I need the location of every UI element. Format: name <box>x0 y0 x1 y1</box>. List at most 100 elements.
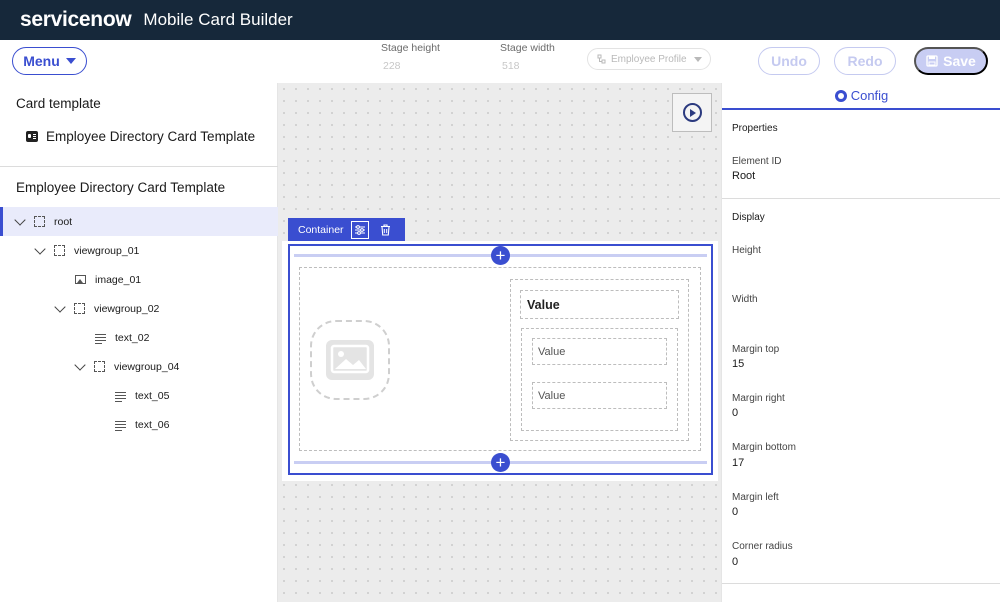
profile-select[interactable]: Employee Profile <box>587 48 711 70</box>
template-item[interactable]: Employee Directory Card Template <box>26 129 255 144</box>
menu-button-label: Menu <box>23 53 60 69</box>
value-1: Value <box>538 345 566 358</box>
margin-bottom-label: Margin bottom <box>732 442 796 453</box>
tree-item-text-02[interactable]: text_02 <box>0 323 278 352</box>
gear-icon <box>834 89 847 102</box>
profile-select-value: Employee Profile <box>611 53 687 65</box>
element-id-value[interactable]: Root <box>732 170 755 182</box>
viewgroup-04[interactable]: Value Value <box>521 328 678 431</box>
divider <box>722 583 1000 584</box>
display-title: Display <box>732 212 765 223</box>
image-icon <box>326 340 374 380</box>
corner-radius-label: Corner radius <box>732 541 793 552</box>
tree-item-label: text_06 <box>135 418 170 431</box>
hierarchy-icon <box>597 54 606 64</box>
id-card-icon <box>26 131 38 142</box>
tree-item-label: viewgroup_01 <box>74 244 140 257</box>
margin-top-label: Margin top <box>732 344 780 355</box>
divider <box>722 198 1000 199</box>
text-icon <box>115 391 126 402</box>
selection-label: Container <box>298 223 344 236</box>
text-02[interactable]: Value <box>520 290 679 319</box>
text-06[interactable]: Value <box>532 382 667 409</box>
left-panel: Card template Employee Directory Card Te… <box>0 83 278 602</box>
tree-item-root[interactable]: root <box>0 207 278 236</box>
text-05[interactable]: Value <box>532 338 667 365</box>
tree-item-label: root <box>54 215 73 228</box>
card-template-title: Card template <box>16 96 101 111</box>
container-icon <box>74 303 85 314</box>
add-bottom-button[interactable]: + <box>491 453 510 472</box>
template-name: Employee Directory Card Template <box>46 129 256 144</box>
viewgroup-02[interactable]: Value Value Value <box>510 279 689 441</box>
save-button-label: Save <box>943 53 976 69</box>
stage-width-label: Stage width <box>500 42 555 54</box>
menu-button[interactable]: Menu <box>12 47 87 75</box>
margin-left-label: Margin left <box>732 492 779 503</box>
image-icon <box>75 275 86 284</box>
text-icon <box>95 333 106 344</box>
tree-item-viewgroup-02[interactable]: viewgroup_02 <box>0 294 278 323</box>
stage-height-input[interactable]: 228 <box>381 60 440 72</box>
toolbar: Menu Stage height 228 Stage width 518 Em… <box>0 40 1000 83</box>
image-placeholder[interactable] <box>310 320 390 400</box>
viewgroup-01[interactable]: Value Value Value <box>299 267 701 451</box>
tree-item-label: text_02 <box>115 331 150 344</box>
margin-left-value[interactable]: 0 <box>732 506 738 518</box>
container-icon <box>34 216 45 227</box>
margin-top-value[interactable]: 15 <box>732 358 744 370</box>
chevron-down-icon[interactable] <box>54 300 66 313</box>
value-title: Value <box>527 297 560 312</box>
save-button[interactable]: Save <box>914 47 988 75</box>
tree-item-viewgroup-01[interactable]: viewgroup_01 <box>0 236 278 265</box>
servicenow-logo: servicenow <box>20 8 132 31</box>
divider <box>0 166 278 167</box>
settings-icon[interactable] <box>351 220 369 239</box>
properties-title: Properties <box>732 123 778 134</box>
canvas[interactable]: Container + Value Value Value + <box>278 83 721 602</box>
tab-config-label: Config <box>850 88 889 103</box>
redo-button[interactable]: Redo <box>834 47 896 75</box>
stage-width-input[interactable]: 518 <box>500 60 555 72</box>
container-icon <box>94 361 105 372</box>
root-container[interactable]: + Value Value Value + <box>288 244 713 475</box>
width-label: Width <box>732 294 758 305</box>
preview-button[interactable] <box>672 93 712 132</box>
right-panel: Config Properties Element ID Root Displa… <box>721 83 1000 602</box>
undo-button[interactable]: Undo <box>758 47 820 75</box>
tab-config[interactable]: Config <box>722 83 1000 110</box>
app-title: Mobile Card Builder <box>143 10 293 29</box>
tree-title: Employee Directory Card Template <box>16 180 226 195</box>
tree-item-image-01[interactable]: image_01 <box>0 265 278 294</box>
height-label: Height <box>732 245 761 256</box>
trash-icon[interactable] <box>378 223 392 237</box>
margin-right-value[interactable]: 0 <box>732 407 738 419</box>
save-icon <box>926 55 938 67</box>
tree-item-label: viewgroup_02 <box>94 302 160 315</box>
add-top-button[interactable]: + <box>491 246 510 265</box>
tree-item-label: viewgroup_04 <box>114 360 180 373</box>
tree-item-viewgroup-04[interactable]: viewgroup_04 <box>0 352 278 381</box>
container-icon <box>54 245 65 256</box>
corner-radius-value[interactable]: 0 <box>732 556 738 568</box>
chevron-down-icon[interactable] <box>14 213 26 226</box>
chevron-down-icon[interactable] <box>74 358 86 371</box>
margin-bottom-value[interactable]: 17 <box>732 457 744 469</box>
chevron-down-icon[interactable] <box>34 242 46 255</box>
chevron-down-icon <box>694 56 702 62</box>
element-id-label: Element ID <box>732 156 782 167</box>
tree-item-label: image_01 <box>95 273 142 286</box>
stage-height-field[interactable]: Stage height 228 <box>381 42 440 72</box>
tree-item-text-06[interactable]: text_06 <box>0 410 278 439</box>
text-icon <box>115 420 126 431</box>
card-stage: + Value Value Value + <box>282 241 718 481</box>
selection-toolbar: Container <box>288 218 405 241</box>
stage-width-field[interactable]: Stage width 518 <box>500 42 555 72</box>
value-2: Value <box>538 389 566 402</box>
tree-item-label: text_05 <box>135 389 170 402</box>
chevron-down-icon <box>65 58 76 64</box>
margin-right-label: Margin right <box>732 393 785 404</box>
play-icon <box>682 103 702 122</box>
tree-item-text-05[interactable]: text_05 <box>0 381 278 410</box>
top-bar: servicenow Mobile Card Builder <box>0 0 1000 40</box>
